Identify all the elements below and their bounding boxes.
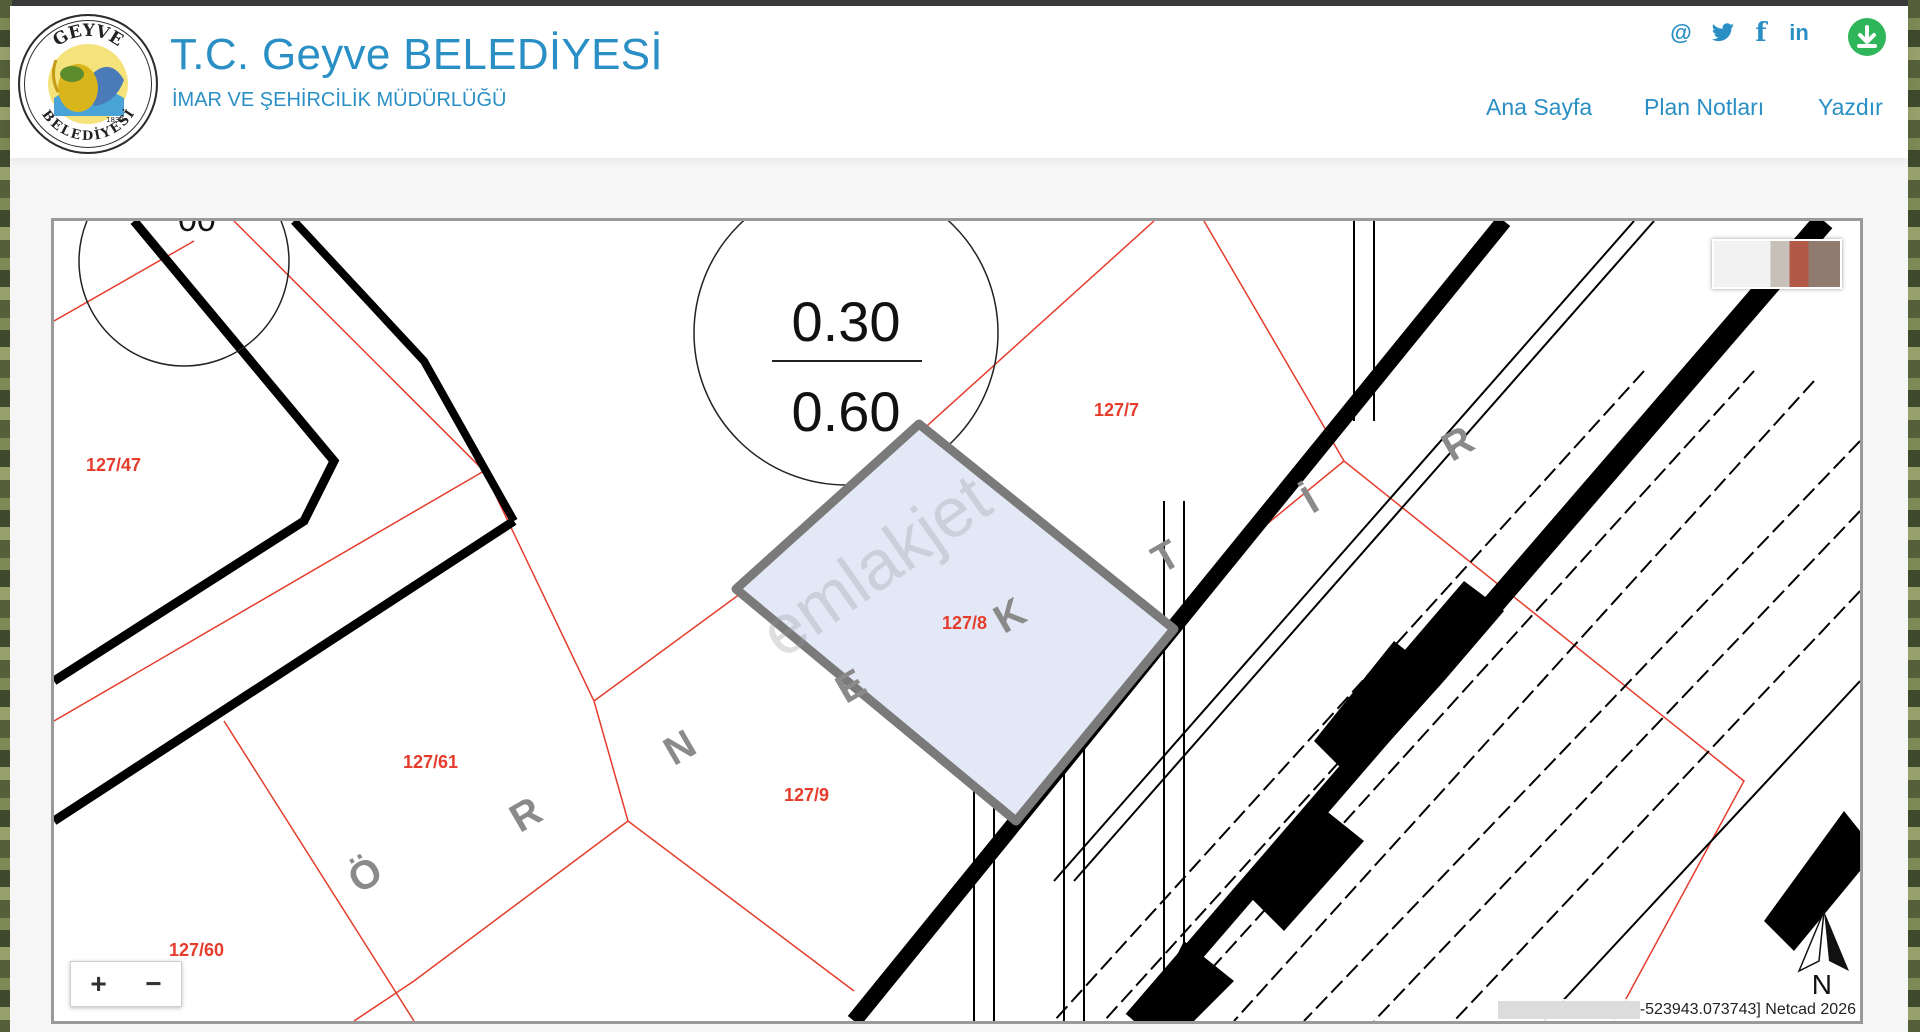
street-letter: T (1144, 532, 1187, 582)
street-letter: N (656, 722, 703, 775)
density-circle-partial (78, 221, 290, 367)
zoom-in-button[interactable]: + (71, 962, 126, 1006)
street-letter: R (502, 789, 549, 842)
zoom-controls: + − (70, 961, 182, 1007)
linkedin-icon[interactable]: in (1782, 18, 1816, 48)
map-viewer[interactable]: 00 (51, 218, 1863, 1024)
twitter-icon[interactable] (1708, 18, 1738, 48)
attribution-text: -523943.073743] Netcad 2026 (1639, 1001, 1856, 1018)
parcel-label: 127/9 (784, 785, 829, 805)
density-bottom-value: 0.60 (792, 380, 901, 443)
overview-minimap[interactable] (1712, 239, 1842, 289)
parcel-label: 127/61 (403, 752, 458, 772)
parcel-label: 127/8 (942, 613, 987, 633)
download-icon (1857, 25, 1877, 48)
redacted-coordinates (1497, 1001, 1640, 1019)
nav-plan-notes[interactable]: Plan Notları (1644, 94, 1764, 121)
street-letter: Ö (340, 848, 389, 903)
density-top-value: 0.30 (792, 290, 901, 353)
parcel-label: 127/60 (169, 940, 224, 960)
nav-print[interactable]: Yazdır (1818, 94, 1883, 121)
street-letter: İ (1294, 479, 1326, 523)
map-attribution: -523943.073743] Netcad 2026 (1497, 999, 1860, 1021)
page-subtitle: İMAR VE ŞEHİRCİLİK MÜDÜRLÜĞÜ (172, 89, 507, 111)
twitter-bird-icon (1711, 23, 1734, 42)
zoning-plan-canvas[interactable]: 00 (54, 221, 1860, 1021)
parcel-label: 127/7 (1094, 400, 1139, 420)
page-title: T.C. Geyve BELEDİYESİ (170, 30, 663, 79)
north-arrow-icon (1824, 911, 1849, 971)
municipality-logo[interactable]: GEYVE BELEDİYESİ 1839 (18, 14, 158, 154)
partial-density-label: 00 (178, 221, 216, 239)
railway-blocks (1144, 581, 1860, 1021)
download-button[interactable] (1848, 18, 1886, 56)
north-label: N (1811, 969, 1832, 1000)
site-header: GEYVE BELEDİYESİ 1839 T.C. Geyve BELEDİY… (10, 6, 1908, 158)
parcel-label: 127/47 (86, 455, 141, 475)
zoom-out-button[interactable]: − (126, 962, 181, 1006)
logo-year: 1839 (106, 116, 124, 124)
background-satellite-right (1908, 0, 1920, 1032)
facebook-icon[interactable]: f (1748, 18, 1774, 48)
nav-home[interactable]: Ana Sayfa (1486, 94, 1592, 121)
email-icon[interactable]: @ (1666, 18, 1696, 48)
